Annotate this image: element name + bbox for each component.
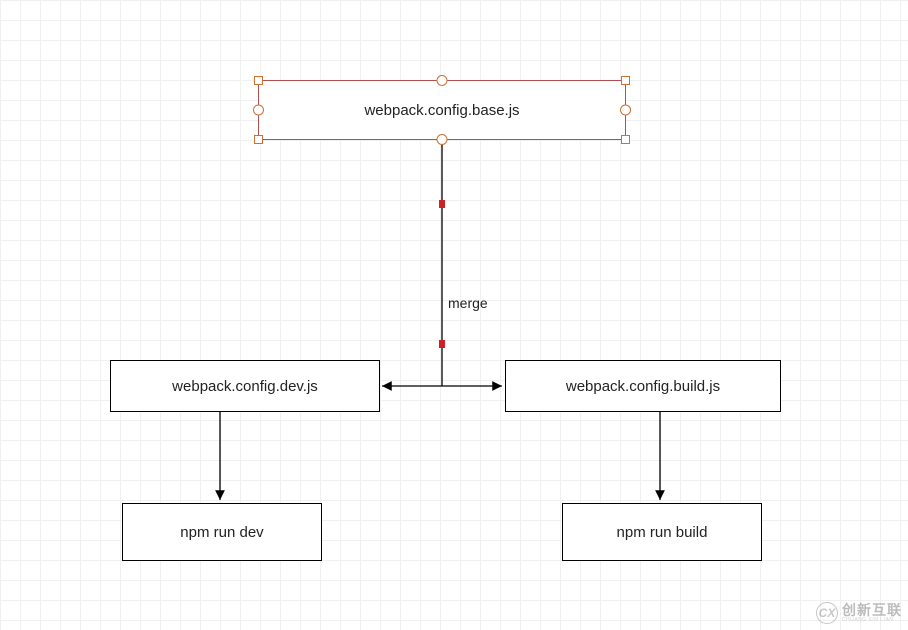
node-label: npm run build (617, 524, 708, 541)
node-label: webpack.config.base.js (364, 102, 519, 119)
watermark-sub: CHUANG XIN LIAN (842, 617, 902, 623)
watermark-main: 创新互联 (842, 603, 902, 617)
node-label: webpack.config.dev.js (172, 378, 318, 395)
resize-handle[interactable] (621, 135, 630, 144)
connection-dot (439, 340, 445, 348)
watermark-logo-text: CX (819, 606, 836, 620)
node-npm-run-dev[interactable]: npm run dev (122, 503, 322, 561)
edge-label-merge: merge (448, 295, 488, 311)
node-webpack-build[interactable]: webpack.config.build.js (505, 360, 781, 412)
connection-handle[interactable] (437, 134, 448, 145)
connection-handle[interactable] (253, 105, 264, 116)
node-npm-run-build[interactable]: npm run build (562, 503, 762, 561)
node-label: npm run dev (180, 524, 263, 541)
connection-handle[interactable] (437, 75, 448, 86)
resize-handle[interactable] (254, 135, 263, 144)
watermark-text: 创新互联 CHUANG XIN LIAN (842, 603, 902, 623)
watermark-logo-icon: CX (816, 602, 838, 624)
diagram-canvas[interactable]: webpack.config.base.js merge webpack.con… (0, 0, 908, 630)
node-webpack-dev[interactable]: webpack.config.dev.js (110, 360, 380, 412)
connection-handle[interactable] (620, 105, 631, 116)
watermark: CX 创新互联 CHUANG XIN LIAN (816, 602, 902, 624)
resize-handle[interactable] (621, 76, 630, 85)
node-webpack-base[interactable]: webpack.config.base.js (258, 80, 626, 140)
resize-handle[interactable] (254, 76, 263, 85)
connection-dot (439, 200, 445, 208)
node-label: webpack.config.build.js (566, 378, 720, 395)
